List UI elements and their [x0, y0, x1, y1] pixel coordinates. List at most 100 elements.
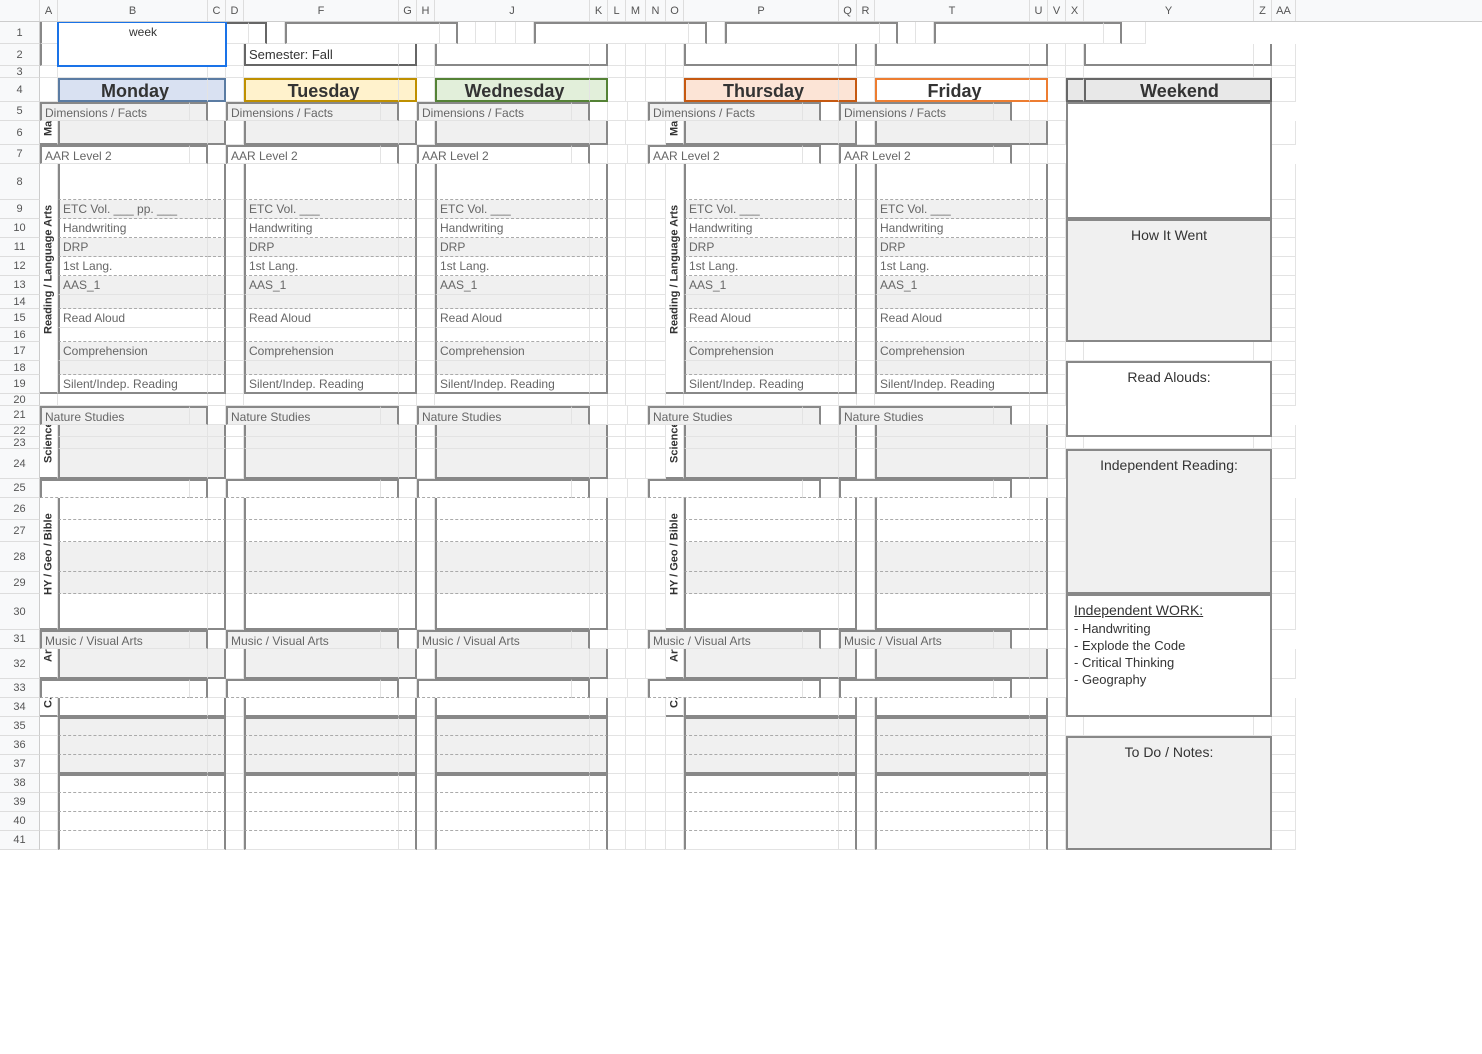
cell-K34[interactable]	[590, 698, 608, 717]
cell-R37[interactable]	[857, 755, 875, 774]
cell-H14[interactable]	[417, 295, 435, 309]
cell-P30[interactable]	[684, 594, 839, 630]
cell-Q10[interactable]	[839, 219, 857, 238]
cell-V11[interactable]	[1048, 238, 1066, 257]
cell-AA17[interactable]	[1272, 342, 1296, 361]
cell-R6[interactable]	[857, 121, 875, 145]
cell-M18[interactable]	[626, 361, 646, 375]
cell-U39[interactable]	[1030, 793, 1048, 812]
cell-Q2[interactable]	[839, 44, 857, 66]
cell-J35[interactable]	[435, 717, 590, 736]
row-header-10[interactable]: 10	[0, 219, 40, 238]
cell-AA19[interactable]	[1272, 375, 1296, 394]
cell-Z17[interactable]	[1254, 342, 1272, 361]
cell-P17[interactable]: Comprehension	[684, 342, 839, 361]
cell-Q9[interactable]	[839, 200, 857, 219]
cell-M36[interactable]	[626, 736, 646, 755]
cell-M5[interactable]	[608, 102, 628, 121]
cell-U13[interactable]	[1030, 276, 1048, 295]
cell-D25[interactable]	[208, 479, 226, 498]
cell-M24[interactable]	[626, 449, 646, 479]
cell-AA29[interactable]	[1272, 572, 1296, 594]
cell-T15[interactable]: Read Aloud	[875, 309, 1030, 328]
cell-B17[interactable]: Comprehension	[58, 342, 208, 361]
cell-P24[interactable]	[684, 449, 839, 479]
weekend-how-it-went[interactable]: How It Went	[1066, 219, 1272, 342]
cell-N22[interactable]	[646, 425, 666, 437]
cell-J17[interactable]: Comprehension	[435, 342, 590, 361]
cell-H39[interactable]	[417, 793, 435, 812]
cell-T8[interactable]	[875, 164, 1030, 200]
cell-U33[interactable]	[994, 679, 1012, 698]
cell-AA28[interactable]	[1272, 542, 1296, 572]
cell-J29[interactable]	[435, 572, 590, 594]
col-header-M[interactable]: M	[626, 0, 646, 21]
cell-T7[interactable]: AAR Level 2	[839, 145, 994, 164]
cell-A3[interactable]	[40, 66, 58, 78]
cell-D24[interactable]	[226, 449, 244, 479]
cell-C14[interactable]	[208, 295, 226, 309]
cell-V18[interactable]	[1048, 361, 1066, 375]
cell-C22[interactable]	[208, 425, 226, 437]
cell-F38[interactable]	[244, 774, 399, 793]
cell-P41[interactable]	[684, 831, 839, 850]
cell-J27[interactable]	[435, 520, 590, 542]
cell-F12[interactable]: 1st Lang.	[244, 257, 399, 276]
cell-R11[interactable]	[857, 238, 875, 257]
cell-H36[interactable]	[417, 736, 435, 755]
cell-L29[interactable]	[608, 572, 626, 594]
cell-V17[interactable]	[1048, 342, 1066, 361]
cell-G5[interactable]	[381, 102, 399, 121]
cell-R15[interactable]	[857, 309, 875, 328]
cell-J10[interactable]: Handwriting	[435, 219, 590, 238]
cell-AA6[interactable]	[1272, 121, 1296, 145]
cell-B14[interactable]	[58, 295, 208, 309]
row-header-21[interactable]: 21	[0, 406, 40, 425]
cell-F32[interactable]	[244, 649, 399, 679]
cell-A35[interactable]	[40, 717, 58, 736]
cell-N23[interactable]	[646, 437, 666, 449]
cell-M15[interactable]	[626, 309, 646, 328]
cell-C15[interactable]	[208, 309, 226, 328]
cell-U5[interactable]	[994, 102, 1012, 121]
cell-F13[interactable]: AAS_1	[244, 276, 399, 295]
cell-F7[interactable]: AAR Level 2	[226, 145, 381, 164]
cell-C25[interactable]	[190, 479, 208, 498]
cell-T9[interactable]: ETC Vol. ___	[875, 200, 1030, 219]
cell-P15[interactable]: Read Aloud	[684, 309, 839, 328]
cell-K38[interactable]	[590, 774, 608, 793]
cell-B37[interactable]	[58, 755, 208, 774]
cell-J9[interactable]: ETC Vol. ___	[435, 200, 590, 219]
cell-F31[interactable]: Music / Visual Arts	[226, 630, 381, 649]
cell-D18[interactable]	[226, 361, 244, 375]
cell-B11[interactable]: DRP	[58, 238, 208, 257]
cell-R31[interactable]	[821, 630, 839, 649]
cell-P34[interactable]	[684, 698, 839, 717]
cell-Q28[interactable]	[839, 542, 857, 572]
cell-T17[interactable]: Comprehension	[875, 342, 1030, 361]
cell-K36[interactable]	[590, 736, 608, 755]
cell-P14[interactable]	[684, 295, 839, 309]
cell-K9[interactable]	[590, 200, 608, 219]
cell-A41[interactable]	[40, 831, 58, 850]
weekend-independent-reading[interactable]: Independent Reading:	[1066, 449, 1272, 594]
cell-X7[interactable]	[1030, 145, 1048, 164]
cell-C12[interactable]	[208, 257, 226, 276]
cell-P21[interactable]: Nature Studies	[648, 406, 803, 425]
cell-F8[interactable]	[244, 164, 399, 200]
cell-B40[interactable]	[58, 812, 208, 831]
row-header-39[interactable]: 39	[0, 793, 40, 812]
cell-N11[interactable]	[646, 238, 666, 257]
cell-R36[interactable]	[857, 736, 875, 755]
cell-K11[interactable]	[590, 238, 608, 257]
cell-D13[interactable]	[226, 276, 244, 295]
cell-Q37[interactable]	[839, 755, 857, 774]
cell-D23[interactable]	[226, 437, 244, 449]
cell-Q13[interactable]	[839, 276, 857, 295]
cell-T37[interactable]	[875, 755, 1030, 774]
cell-K33[interactable]	[572, 679, 590, 698]
cell-U27[interactable]	[1030, 520, 1048, 542]
cell-G27[interactable]	[399, 520, 417, 542]
cell-N12[interactable]	[646, 257, 666, 276]
cell-U37[interactable]	[1030, 755, 1048, 774]
